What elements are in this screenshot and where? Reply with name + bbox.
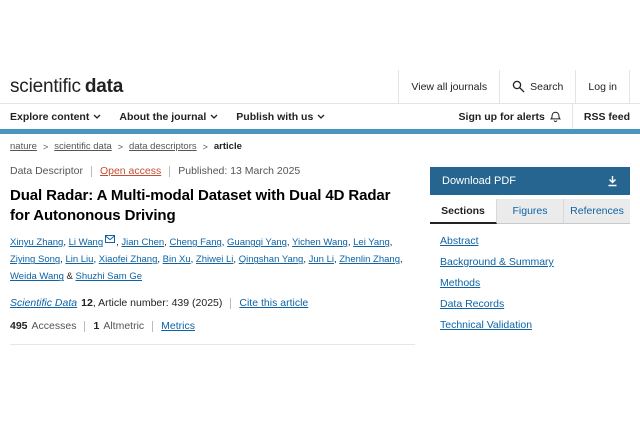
published-date: Published: 13 March 2025 (178, 165, 300, 177)
search-label: Search (530, 81, 563, 93)
article-type: Data Descriptor (10, 165, 83, 177)
vertical-divider (91, 166, 92, 177)
login-label: Log in (588, 81, 617, 93)
page: scientificdata View all journals Search … (0, 0, 640, 345)
bell-icon (550, 111, 561, 123)
sign-up-alerts-link[interactable]: Sign up for alerts (448, 104, 572, 129)
vertical-divider (152, 321, 153, 332)
author-link-zhenlin-zhang[interactable]: Zhenlin Zhang (339, 254, 400, 265)
breadcrumb-link-data-descriptors[interactable]: data descriptors (129, 141, 197, 152)
download-pdf-label: Download PDF (442, 175, 516, 187)
section-link-data-records[interactable]: Data Records (440, 298, 504, 310)
metrics-bar: 495 Accesses 1 Altmetric Metrics (10, 320, 415, 332)
nav-left: Explore content About the journal Publish … (10, 104, 325, 129)
author-link-yichen-wang[interactable]: Yichen Wang (292, 237, 348, 248)
envelope-icon[interactable] (105, 235, 115, 243)
search-button[interactable]: Search (499, 70, 575, 103)
breadcrumb-separator: > (118, 142, 123, 152)
journal-logo[interactable]: scientificdata (10, 76, 123, 98)
nav-item-publish-with-us[interactable]: Publish with us (236, 111, 325, 123)
vertical-divider (169, 166, 170, 177)
altmetric-count: 1 (93, 320, 99, 332)
nav-item-explore-content[interactable]: Explore content (10, 111, 101, 123)
header-links: View all journals Search Log in (398, 70, 630, 103)
tab-references[interactable]: References (564, 199, 630, 224)
breadcrumb-separator: > (43, 142, 48, 152)
alerts-label: Sign up for alerts (459, 111, 545, 123)
altmetric-label: Altmetric (103, 320, 144, 332)
section-link-abstract[interactable]: Abstract (440, 235, 479, 247)
vertical-divider (84, 321, 85, 332)
journal-nav: Explore content About the journal Publish … (0, 104, 640, 129)
journal-link[interactable]: Scientific Data (10, 297, 77, 309)
author-link-zhiwei-li[interactable]: Zhiwei Li (196, 254, 234, 265)
volume-number: 12 (81, 297, 93, 309)
vertical-divider (230, 298, 231, 309)
breadcrumb-separator: > (203, 142, 208, 152)
author-list: Xinyu Zhang, Li Wang, Jian Chen, Cheng F… (10, 234, 415, 285)
title-line2: for Autononous Driving (10, 207, 176, 224)
sidebar: Download PDF SectionsFiguresReferences A… (430, 134, 630, 345)
cite-this-article-link[interactable]: Cite this article (239, 297, 308, 309)
section-link-methods[interactable]: Methods (440, 277, 480, 289)
site-header: scientificdata View all journals Search … (0, 70, 640, 104)
author-link-ziying-song[interactable]: Ziying Song (10, 254, 60, 265)
logo-word-data: data (85, 76, 123, 97)
author-link-bin-xu[interactable]: Bin Xu (163, 254, 191, 265)
author-link-lin-liu[interactable]: Lin Liu (65, 254, 93, 265)
main-content: nature > scientific data > data descriptors >… (10, 134, 630, 345)
logo-word-scientific: scientific (10, 76, 81, 97)
nav-right: Sign up for alerts RSS feed (448, 104, 630, 129)
tab-sections[interactable]: Sections (430, 199, 497, 224)
view-all-journals-label: View all journals (411, 81, 487, 93)
author-link-xinyu-zhang[interactable]: Xinyu Zhang (10, 237, 63, 248)
author-link-weida-wang[interactable]: Weida Wang (10, 271, 64, 282)
section-link-background-summary[interactable]: Background & Summary (440, 256, 554, 268)
breadcrumb-link-nature[interactable]: nature (10, 141, 37, 152)
accesses-count: 495 (10, 320, 28, 332)
view-all-journals-link[interactable]: View all journals (398, 70, 499, 103)
author-link-jun-li[interactable]: Jun Li (309, 254, 334, 265)
section-link-technical-validation[interactable]: Technical Validation (440, 319, 532, 331)
rss-label: RSS feed (584, 111, 630, 123)
article-title: Dual Radar: A Multi-modal Dataset with D… (10, 186, 415, 226)
section-list: Abstract Background & Summary Methods Data … (430, 235, 630, 331)
article-number: , Article number: 439 (2025) (93, 297, 223, 309)
login-link[interactable]: Log in (575, 70, 630, 103)
download-pdf-button[interactable]: Download PDF (430, 167, 630, 195)
nav-item-label: Publish with us (236, 111, 313, 123)
chevron-down-icon (317, 114, 325, 119)
chevron-down-icon (210, 114, 218, 119)
author-link-guangqi-yang[interactable]: Guangqi Yang (227, 237, 287, 248)
author-link-li-wang[interactable]: Li Wang (69, 237, 104, 248)
article-meta: Data Descriptor Open access Published: 1… (10, 165, 415, 177)
breadcrumb: nature > scientific data > data descriptors >… (10, 141, 415, 152)
author-link-xiaofei-zhang[interactable]: Xiaofei Zhang (99, 254, 158, 265)
breadcrumb-current: article (214, 141, 242, 152)
open-access-link[interactable]: Open access (100, 165, 161, 177)
author-link-jian-chen[interactable]: Jian Chen (121, 237, 164, 248)
search-icon (512, 80, 525, 93)
chevron-down-icon (93, 114, 101, 119)
author-link-cheng-fang[interactable]: Cheng Fang (169, 237, 221, 248)
accesses-label: Accesses (32, 320, 77, 332)
article-header: nature > scientific data > data descriptors >… (10, 134, 415, 345)
title-line1: Dual Radar: A Multi-modal Dataset with D… (10, 187, 390, 204)
breadcrumb-link-scientific-data[interactable]: scientific data (54, 141, 112, 152)
tab-figures[interactable]: Figures (497, 199, 564, 224)
author-link-shuzhi-sam-ge[interactable]: Shuzhi Sam Ge (76, 271, 143, 282)
author-link-qingshan-yang[interactable]: Qingshan Yang (239, 254, 304, 265)
nav-item-about-the-journal[interactable]: About the journal (119, 111, 218, 123)
author-link-lei-yang[interactable]: Lei Yang (353, 237, 390, 248)
sidebar-tabs: SectionsFiguresReferences (430, 199, 630, 224)
metrics-link[interactable]: Metrics (161, 320, 195, 332)
section-divider (10, 344, 415, 345)
nav-item-label: About the journal (119, 111, 206, 123)
citation-line: Scientific Data 12 , Article number: 439… (10, 297, 415, 309)
rss-feed-link[interactable]: RSS feed (572, 104, 630, 129)
download-icon (607, 175, 618, 187)
nav-item-label: Explore content (10, 111, 89, 123)
